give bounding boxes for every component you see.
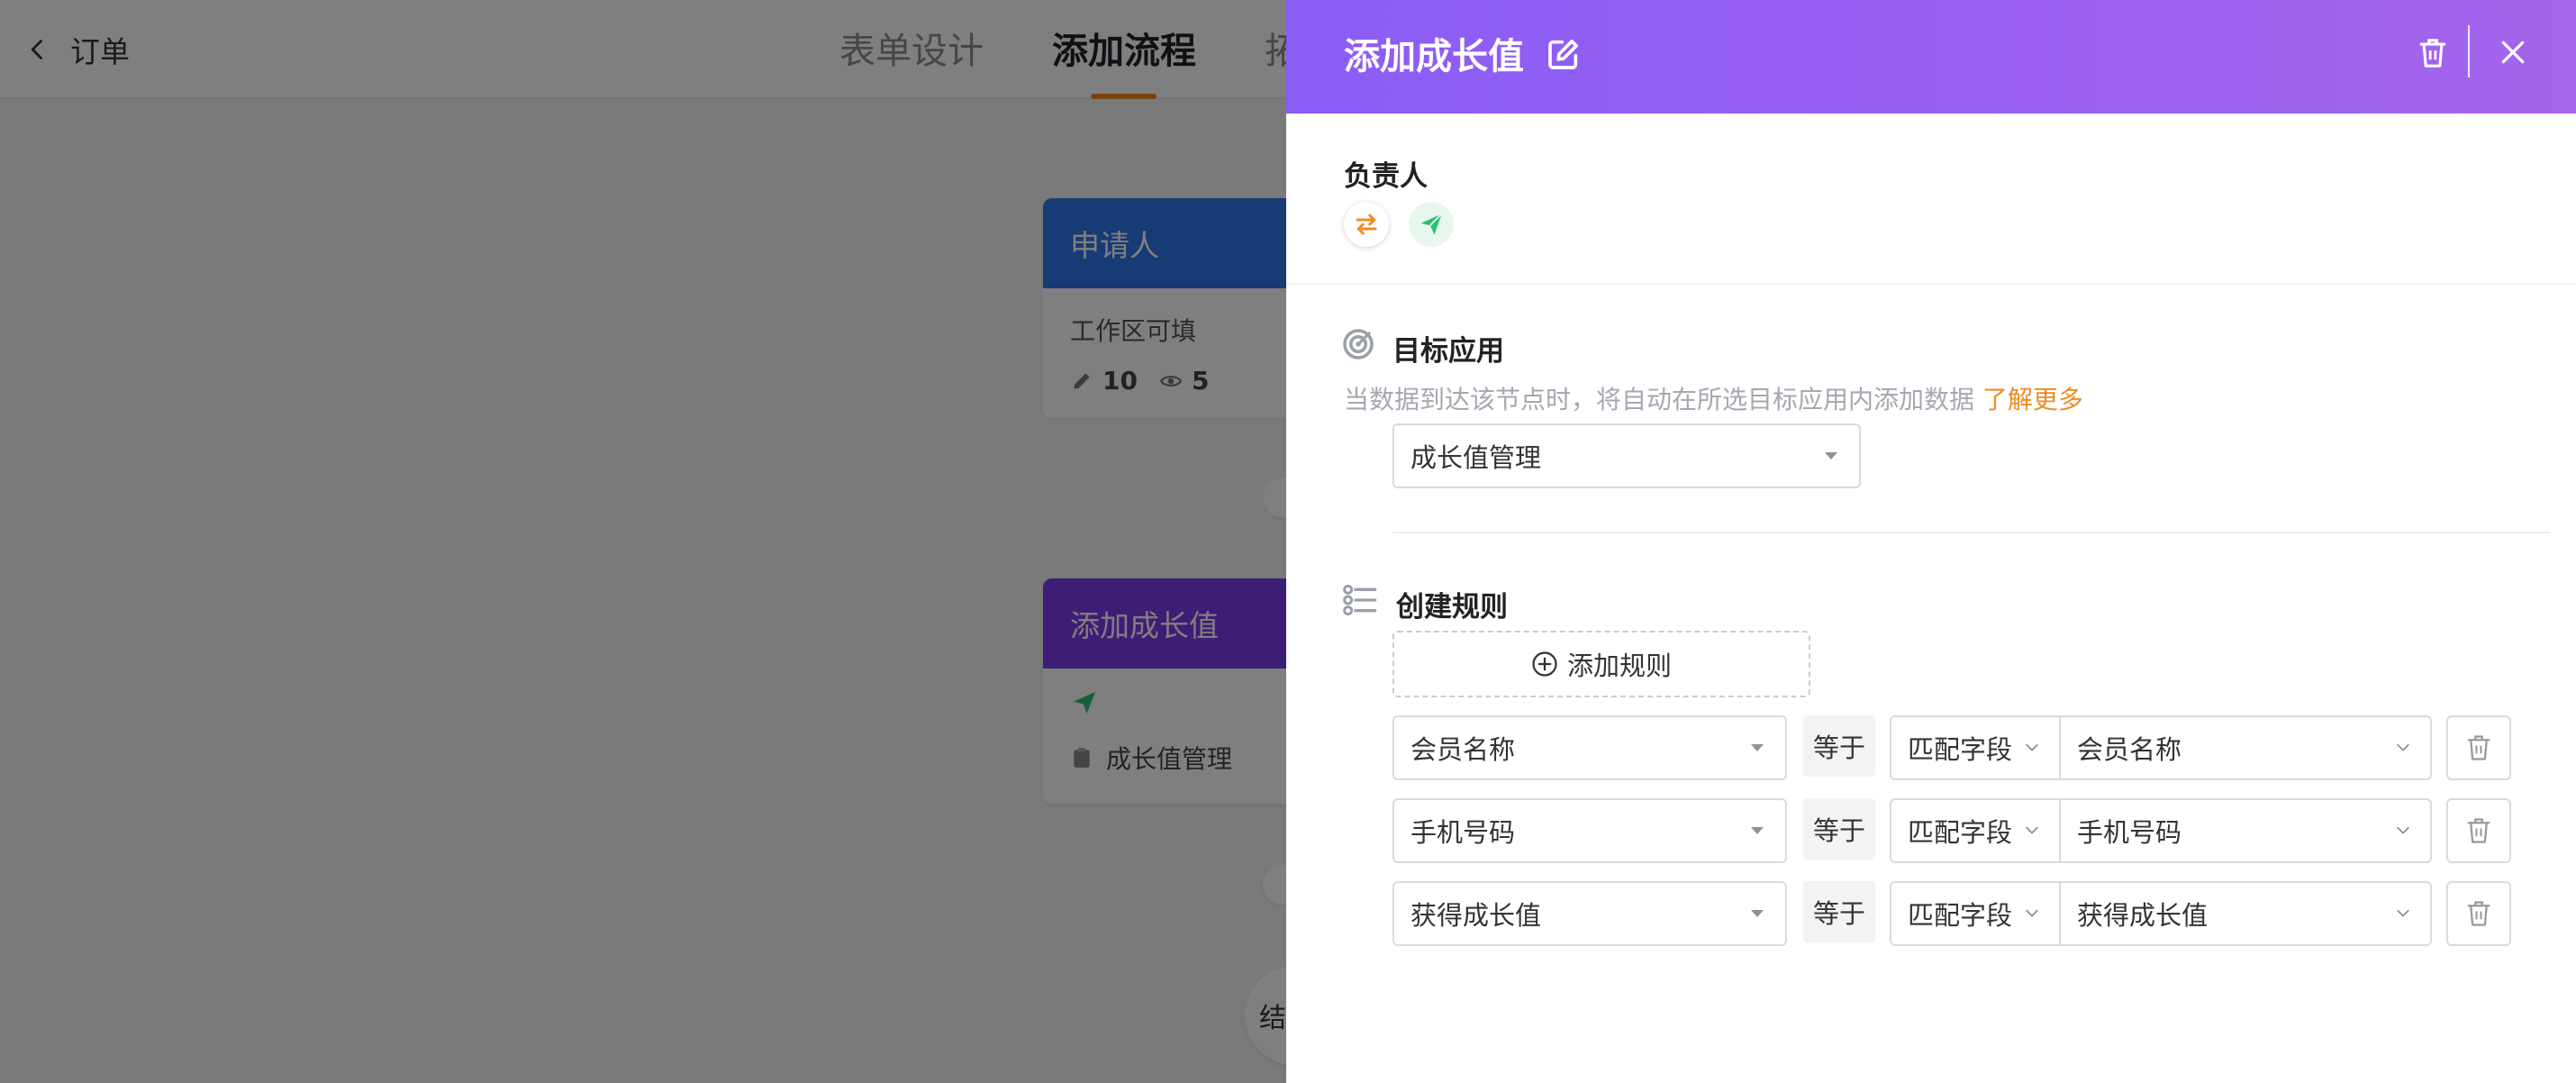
chevron-down-icon: [2026, 909, 2038, 917]
modal-overlay[interactable]: [0, 0, 1286, 1083]
rule-operator: 等于: [1803, 798, 1875, 860]
send-icon: [1420, 213, 1443, 235]
delete-rule-button[interactable]: [2446, 798, 2511, 863]
match-type-value: 匹配字段: [1908, 900, 2013, 931]
match-type-select[interactable]: 匹配字段: [1890, 881, 2061, 946]
rule-field-select[interactable]: 手机号码: [1392, 798, 1787, 863]
learn-more-link[interactable]: 了解更多: [1982, 385, 2083, 414]
chevron-down-icon: [2026, 826, 2038, 834]
caret-down-icon: [1751, 910, 1764, 917]
match-type-select[interactable]: 匹配字段: [1890, 798, 2061, 863]
list-icon: [1343, 584, 1377, 616]
delete-rule-button[interactable]: [2446, 715, 2511, 780]
target-app-select[interactable]: 成长值管理: [1392, 423, 1861, 488]
rule-field-value: 会员名称: [1410, 734, 1516, 765]
chevron-down-icon: [2397, 743, 2409, 751]
header-separator: [2468, 25, 2470, 77]
drawer-header: 添加成长值: [1286, 0, 2576, 114]
add-rule-label: 添加规则: [1566, 651, 1672, 681]
edit-title-icon[interactable]: [1546, 36, 1582, 72]
match-type-select[interactable]: 匹配字段: [1890, 715, 2061, 780]
rule-field-select[interactable]: 会员名称: [1392, 715, 1787, 780]
swap-icon: [1356, 214, 1377, 235]
rule-field-select[interactable]: 获得成长值: [1392, 881, 1787, 946]
inner-divider: [1392, 532, 2551, 533]
caret-down-icon: [1751, 827, 1764, 834]
chevron-down-icon: [2026, 743, 2038, 751]
target-field-select[interactable]: 获得成长值: [2059, 881, 2432, 946]
rule-operator: 等于: [1803, 881, 1875, 942]
close-icon[interactable]: [2499, 38, 2527, 67]
section-divider: [1286, 283, 2576, 285]
node-config-drawer: 添加成长值 负责人 目标应用 当数据到达该节点时，将自动在所选目标应用内添加数据…: [1286, 0, 2576, 1083]
trash-icon: [2467, 901, 2490, 926]
target-field-value: 会员名称: [2077, 734, 2182, 765]
chevron-down-icon: [2397, 826, 2409, 834]
target-field-select[interactable]: 手机号码: [2059, 798, 2432, 863]
owner-label: 负责人: [1344, 160, 1428, 193]
rule-operator: 等于: [1803, 715, 1875, 777]
delete-node-icon[interactable]: [2417, 36, 2448, 70]
target-app-selected: 成长值管理: [1410, 442, 1542, 473]
target-field-select[interactable]: 会员名称: [2059, 715, 2432, 780]
trash-icon: [2467, 818, 2490, 843]
match-type-value: 匹配字段: [1908, 817, 2013, 848]
target-field-value: 获得成长值: [2077, 900, 2209, 931]
rules-label: 创建规则: [1396, 591, 1508, 623]
rule-row: 手机号码 等于 匹配字段 手机号码: [1286, 798, 2576, 863]
caret-down-icon: [1751, 744, 1764, 751]
target-app-hint: 当数据到达该节点时，将自动在所选目标应用内添加数据 了解更多: [1344, 380, 2083, 416]
add-rule-button[interactable]: 添加规则: [1392, 631, 1810, 697]
chevron-down-icon: [2397, 909, 2409, 917]
rule-field-value: 获得成长值: [1410, 900, 1542, 931]
target-app-hint-text: 当数据到达该节点时，将自动在所选目标应用内添加数据: [1344, 385, 1975, 414]
delete-rule-button[interactable]: [2446, 881, 2511, 946]
target-icon: [1343, 329, 1374, 359]
plus-circle-icon: [1532, 651, 1557, 677]
rule-row: 获得成长值 等于 匹配字段 获得成长值: [1286, 881, 2576, 946]
trash-icon: [2467, 735, 2490, 760]
target-field-value: 手机号码: [2077, 817, 2182, 848]
transfer-owner-button[interactable]: [1344, 202, 1389, 247]
match-type-value: 匹配字段: [1908, 734, 2013, 765]
caret-down-icon: [1825, 452, 1837, 460]
send-owner-button[interactable]: [1409, 202, 1454, 247]
rule-row: 会员名称 等于 匹配字段 会员名称: [1286, 715, 2576, 780]
drawer-title: 添加成长值: [1344, 36, 1524, 77]
rule-field-value: 手机号码: [1410, 817, 1516, 848]
target-app-label: 目标应用: [1392, 335, 1504, 368]
